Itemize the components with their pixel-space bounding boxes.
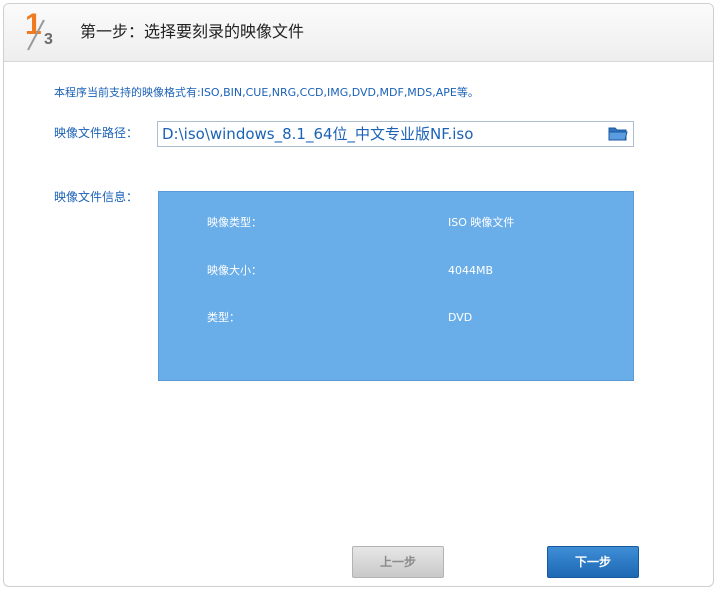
- image-path-label: 映像文件路径：: [54, 126, 139, 140]
- image-info-panel: 映像类型： ISO 映像文件 映像大小： 4044MB 类型： DVD: [158, 191, 634, 381]
- image-path-field[interactable]: [157, 121, 634, 147]
- info-type-value: ISO 映像文件: [448, 216, 515, 229]
- info-media-value: DVD: [448, 311, 473, 324]
- step-total: 3: [44, 31, 53, 48]
- next-step-button[interactable]: 下一步: [547, 546, 639, 578]
- folder-open-icon[interactable]: [608, 126, 628, 142]
- image-path-input[interactable]: [162, 123, 602, 145]
- wizard-header: 1 3 第一步：选择要刻录的映像文件: [4, 4, 713, 62]
- burn-wizard-window: 1 3 第一步：选择要刻录的映像文件 本程序当前支持的映像格式有:ISO,BIN…: [0, 0, 717, 590]
- info-media-key: 类型：: [207, 311, 240, 324]
- info-size-value: 4044MB: [448, 264, 494, 277]
- info-size-key: 映像大小：: [207, 264, 262, 277]
- image-info-label: 映像文件信息：: [54, 190, 139, 204]
- info-type-key: 映像类型：: [207, 216, 262, 229]
- page-title: 第一步：选择要刻录的映像文件: [80, 22, 305, 41]
- previous-step-button[interactable]: 上一步: [352, 546, 444, 578]
- supported-formats-text: 本程序当前支持的映像格式有:ISO,BIN,CUE,NRG,CCD,IMG,DV…: [54, 86, 479, 99]
